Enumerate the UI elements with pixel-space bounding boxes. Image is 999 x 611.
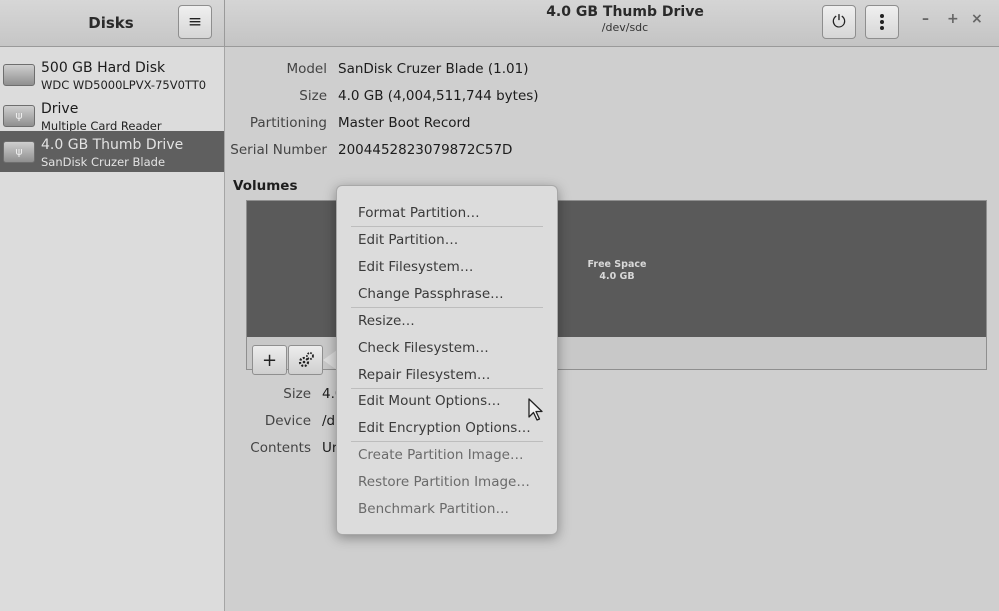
menu-separator: [351, 307, 543, 308]
menu-separator: [351, 226, 543, 227]
menu-item-format-partition[interactable]: Format Partition…: [358, 205, 480, 221]
partitioning-value: Master Boot Record: [338, 115, 471, 131]
menu-separator: [351, 388, 543, 389]
menu-item-edit-mount-options[interactable]: Edit Mount Options…: [358, 393, 501, 409]
usb-drive-icon: ψ: [3, 141, 35, 163]
model-value: SanDisk Cruzer Blade (1.01): [338, 61, 529, 77]
plus-icon: +: [261, 349, 278, 371]
segment-label: Free Space: [587, 259, 647, 270]
minimize-button[interactable]: –: [922, 11, 929, 27]
size-label: Size: [299, 88, 327, 104]
serial-number-label: Serial Number: [230, 142, 327, 158]
disk-list: 500 GB Hard Disk WDC WD5000LPVX-75V0TT0 …: [0, 47, 225, 611]
drive-device-path: /dev/sdc: [601, 21, 649, 34]
disk-item-card-reader[interactable]: ψ Drive Multiple Card Reader: [0, 95, 224, 136]
vertical-dots-icon: [880, 14, 884, 30]
segment-size: 4.0 GB: [599, 271, 635, 282]
contents-label: Contents: [250, 440, 311, 456]
menu-item-change-passphrase[interactable]: Change Passphrase…: [358, 286, 504, 302]
gears-icon: [298, 352, 314, 368]
menu-pointer: [323, 350, 337, 370]
disk-item-model: WDC WD5000LPVX-75V0TT0: [41, 78, 207, 92]
drive-title: 4.0 GB Thumb Drive: [546, 4, 704, 20]
menu-item-create-partition-image[interactable]: Create Partition Image…: [358, 447, 523, 463]
menu-item-benchmark-partition[interactable]: Benchmark Partition…: [358, 501, 509, 517]
menu-separator: [351, 441, 543, 442]
menu-item-resize[interactable]: Resize…: [358, 313, 415, 329]
model-label: Model: [286, 61, 327, 77]
serial-number-value: 2004452823079872C57D: [338, 142, 513, 158]
partition-options-button[interactable]: [288, 345, 323, 375]
menu-item-check-filesystem[interactable]: Check Filesystem…: [358, 340, 489, 356]
menu-item-edit-encryption-options[interactable]: Edit Encryption Options…: [358, 420, 531, 436]
menu-item-repair-filesystem[interactable]: Repair Filesystem…: [358, 367, 490, 383]
disk-item-name: 4.0 GB Thumb Drive: [41, 137, 184, 153]
device-value: /d: [322, 413, 336, 429]
disk-item-thumb-drive[interactable]: ψ 4.0 GB Thumb Drive SanDisk Cruzer Blad…: [0, 131, 224, 172]
volumes-heading: Volumes: [233, 178, 298, 194]
partitioning-label: Partitioning: [249, 115, 327, 131]
maximize-button[interactable]: +: [947, 11, 959, 27]
power-off-button[interactable]: ⏻: [822, 5, 856, 39]
header-bar: 4.0 GB Thumb Drive /dev/sdc ⏻ – + ×: [225, 0, 999, 47]
disk-item-model: SanDisk Cruzer Blade: [41, 155, 166, 169]
partition-options-menu: Format Partition… Edit Partition… Edit F…: [336, 185, 558, 535]
menu-item-edit-filesystem[interactable]: Edit Filesystem…: [358, 259, 473, 275]
partition-size-label: Size: [283, 386, 311, 402]
power-icon: ⏻: [832, 12, 846, 32]
create-partition-button[interactable]: +: [252, 345, 287, 375]
mouse-cursor-icon: [528, 398, 543, 421]
hard-disk-icon: [3, 64, 35, 86]
disk-item-name: 500 GB Hard Disk: [41, 60, 166, 76]
device-label: Device: [264, 413, 311, 429]
close-button[interactable]: ×: [971, 11, 983, 27]
sidebar-header: Disks ≡: [0, 0, 225, 47]
size-value: 4.0 GB (4,004,511,744 bytes): [338, 88, 539, 104]
disk-item-hard-disk[interactable]: 500 GB Hard Disk WDC WD5000LPVX-75V0TT0: [0, 54, 224, 95]
drive-options-button[interactable]: [865, 5, 899, 39]
app-menu-button[interactable]: ≡: [178, 5, 212, 39]
disk-item-name: Drive: [41, 101, 79, 117]
hamburger-icon: ≡: [187, 12, 203, 32]
usb-drive-icon: ψ: [3, 105, 35, 127]
menu-item-restore-partition-image[interactable]: Restore Partition Image…: [358, 474, 530, 490]
menu-item-edit-partition[interactable]: Edit Partition…: [358, 232, 458, 248]
